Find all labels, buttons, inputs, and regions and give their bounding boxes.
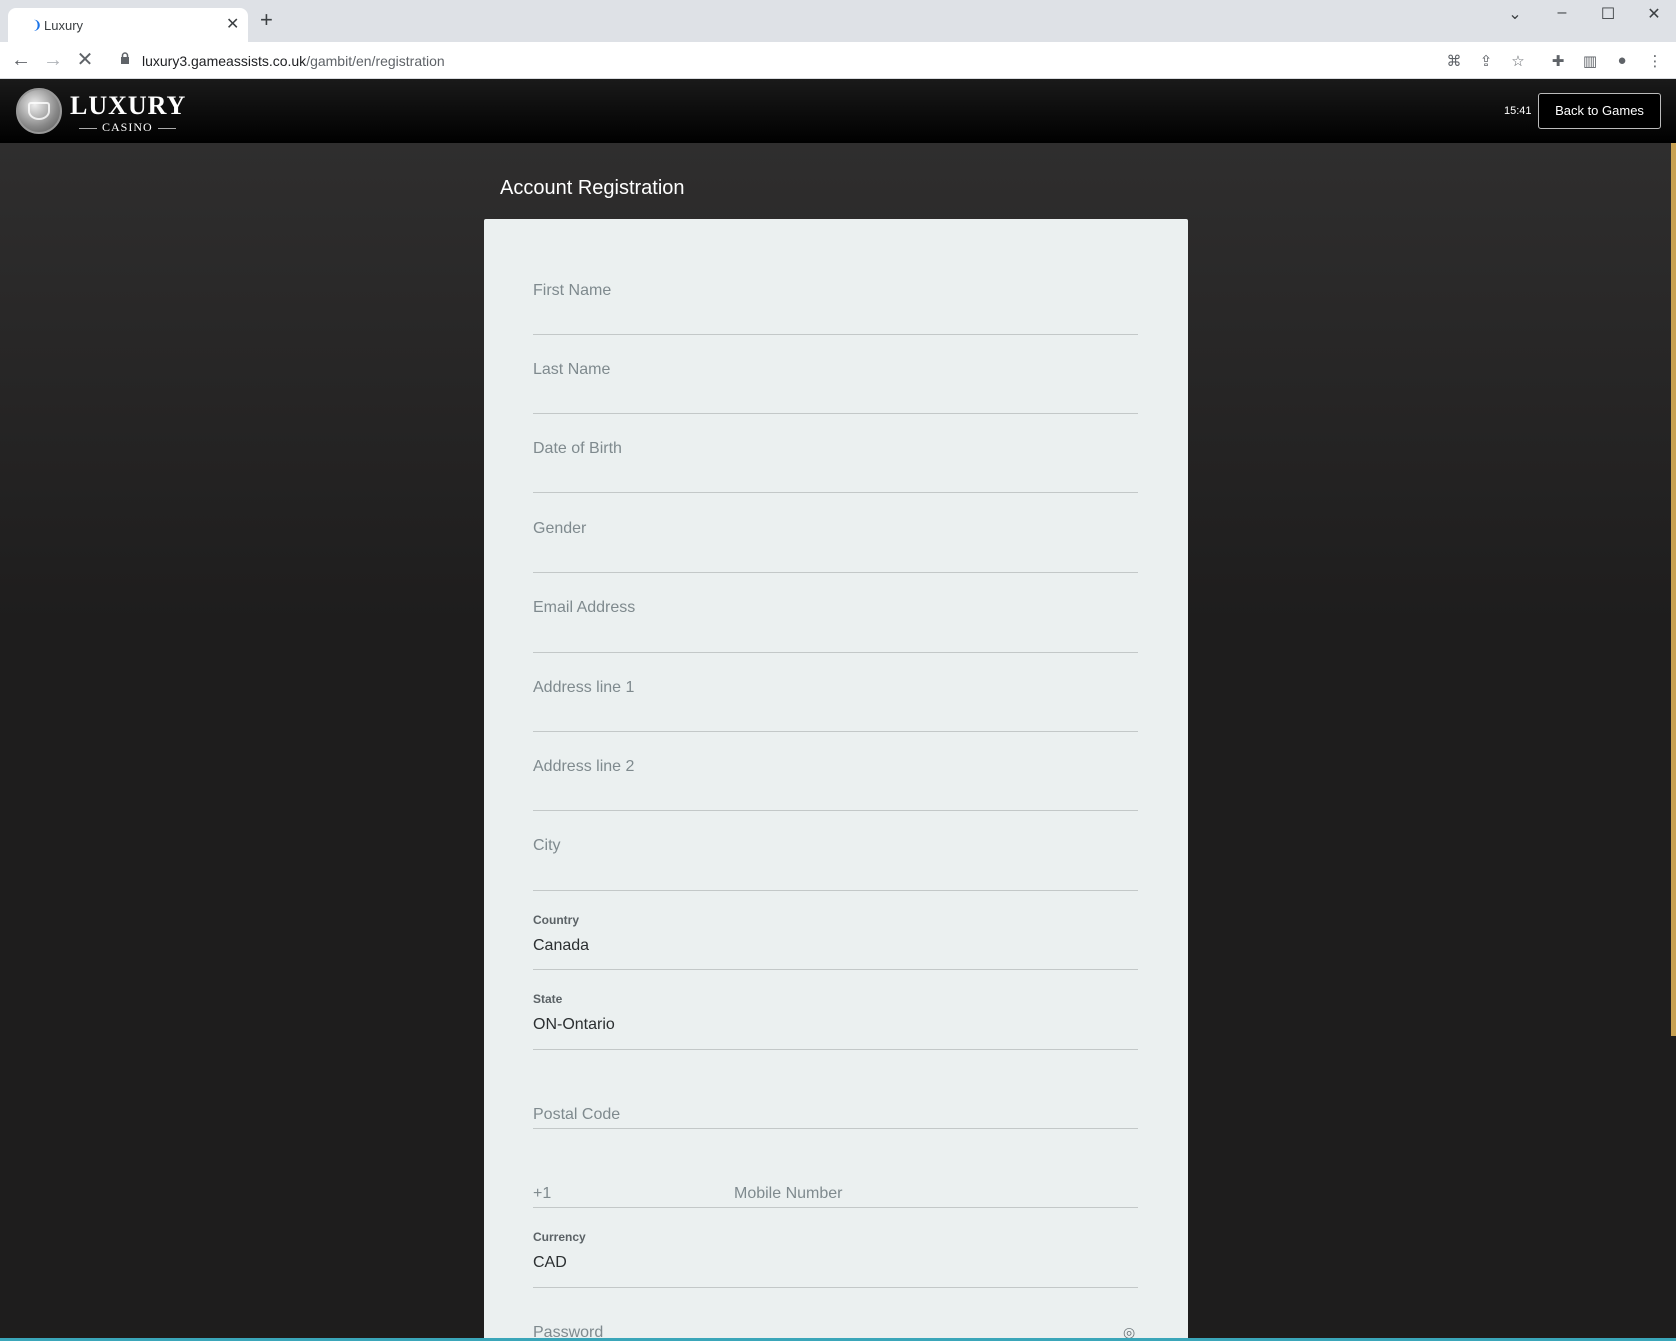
currency-value: CAD	[533, 1254, 567, 1271]
address-line-1-placeholder: Address line 1	[533, 679, 635, 696]
currency-select[interactable]: Currency CAD	[533, 1208, 1138, 1288]
stop-loading-icon[interactable]: ✕	[72, 48, 98, 72]
address-line-2-placeholder: Address line 2	[533, 758, 635, 775]
diamond-logo-icon[interactable]	[16, 88, 62, 134]
maximize-icon[interactable]: ☐	[1593, 4, 1623, 24]
phone-prefix: +1	[533, 1185, 552, 1202]
state-select[interactable]: State ON-Ontario	[533, 970, 1138, 1050]
gender-placeholder: Gender	[533, 520, 587, 537]
tab-favicon-icon: ❩	[32, 18, 43, 32]
forward-arrow-icon[interactable]: →	[40, 48, 66, 72]
city-field[interactable]: City	[533, 826, 1138, 891]
country-select[interactable]: Country Canada	[533, 891, 1138, 970]
logo-subtitle: CASINO	[74, 120, 181, 135]
browser-tab[interactable]: ❩ Luxury ✕	[8, 8, 248, 42]
address-line-1-field[interactable]: Address line 1	[533, 668, 1138, 732]
date-of-birth-field[interactable]: Date of Birth	[533, 429, 1138, 493]
url-text: luxury3.gameassists.co.uk/gambit/en/regi…	[142, 53, 445, 69]
profile-icon[interactable]: ●	[1610, 52, 1634, 69]
scrollbar-thumb[interactable]	[1671, 143, 1676, 1036]
postal-code-field[interactable]: Postal Code	[533, 1050, 1138, 1129]
lock-icon	[121, 52, 129, 64]
clock: 15:41	[1504, 105, 1532, 117]
state-value: ON-Ontario	[533, 1016, 615, 1033]
mobile-number-placeholder: Mobile Number	[734, 1185, 843, 1202]
window-close-icon[interactable]: ✕	[1639, 4, 1669, 24]
browser-toolbar: ← → ✕ luxury3.gameassists.co.uk/gambit/e…	[0, 42, 1676, 79]
menu-kebab-icon[interactable]: ⋮	[1643, 52, 1667, 70]
state-label: State	[533, 992, 563, 1006]
tab-title: Luxury	[44, 18, 84, 33]
last-name-field[interactable]: Last Name	[533, 350, 1138, 414]
extensions-icon[interactable]: ✚	[1546, 52, 1570, 70]
back-arrow-icon[interactable]: ←	[8, 48, 34, 72]
country-value: Canada	[533, 937, 590, 954]
last-name-placeholder: Last Name	[533, 361, 611, 378]
tab-close-icon[interactable]: ✕	[226, 14, 239, 34]
date-of-birth-placeholder: Date of Birth	[533, 440, 622, 457]
translate-icon[interactable]: ⌘	[1442, 52, 1466, 70]
first-name-placeholder: First Name	[533, 282, 612, 299]
tab-search-icon[interactable]: ⌄	[1500, 4, 1530, 24]
browser-tab-strip: ❩ Luxury ✕ + ⌄ – ☐ ✕	[0, 0, 1676, 42]
back-to-games-button[interactable]: Back to Games	[1538, 93, 1661, 129]
site-header: LUXURY CASINO 15:41	[0, 79, 1676, 143]
new-tab-button[interactable]: +	[260, 9, 273, 31]
email-placeholder: Email Address	[533, 599, 636, 616]
email-field[interactable]: Email Address	[533, 588, 1138, 653]
country-label: Country	[533, 913, 579, 927]
page-title: Account Registration	[500, 177, 685, 199]
first-name-field[interactable]: First Name	[533, 271, 1138, 335]
gender-select[interactable]: Gender	[533, 509, 1138, 573]
registration-form: First Name Last Name Date of Birth Gende…	[484, 219, 1188, 1341]
currency-label: Currency	[533, 1230, 586, 1244]
city-placeholder: City	[533, 837, 561, 854]
bookmark-star-icon[interactable]: ☆	[1506, 52, 1530, 70]
mobile-number-field[interactable]: +1 Mobile Number	[533, 1129, 1138, 1208]
postal-code-placeholder: Postal Code	[533, 1106, 621, 1123]
minimize-icon[interactable]: –	[1547, 4, 1577, 22]
url-path: /gambit/en/registration	[306, 53, 445, 69]
side-panel-icon[interactable]: ▥	[1578, 52, 1602, 70]
address-bar[interactable]: luxury3.gameassists.co.uk/gambit/en/regi…	[110, 46, 1430, 76]
share-icon[interactable]: ⇪	[1474, 52, 1498, 70]
password-field[interactable]: Password	[533, 1288, 1138, 1341]
logo-title[interactable]: LUXURY	[70, 91, 186, 121]
address-line-2-field[interactable]: Address line 2	[533, 747, 1138, 811]
url-host: luxury3.gameassists.co.uk	[142, 53, 307, 69]
